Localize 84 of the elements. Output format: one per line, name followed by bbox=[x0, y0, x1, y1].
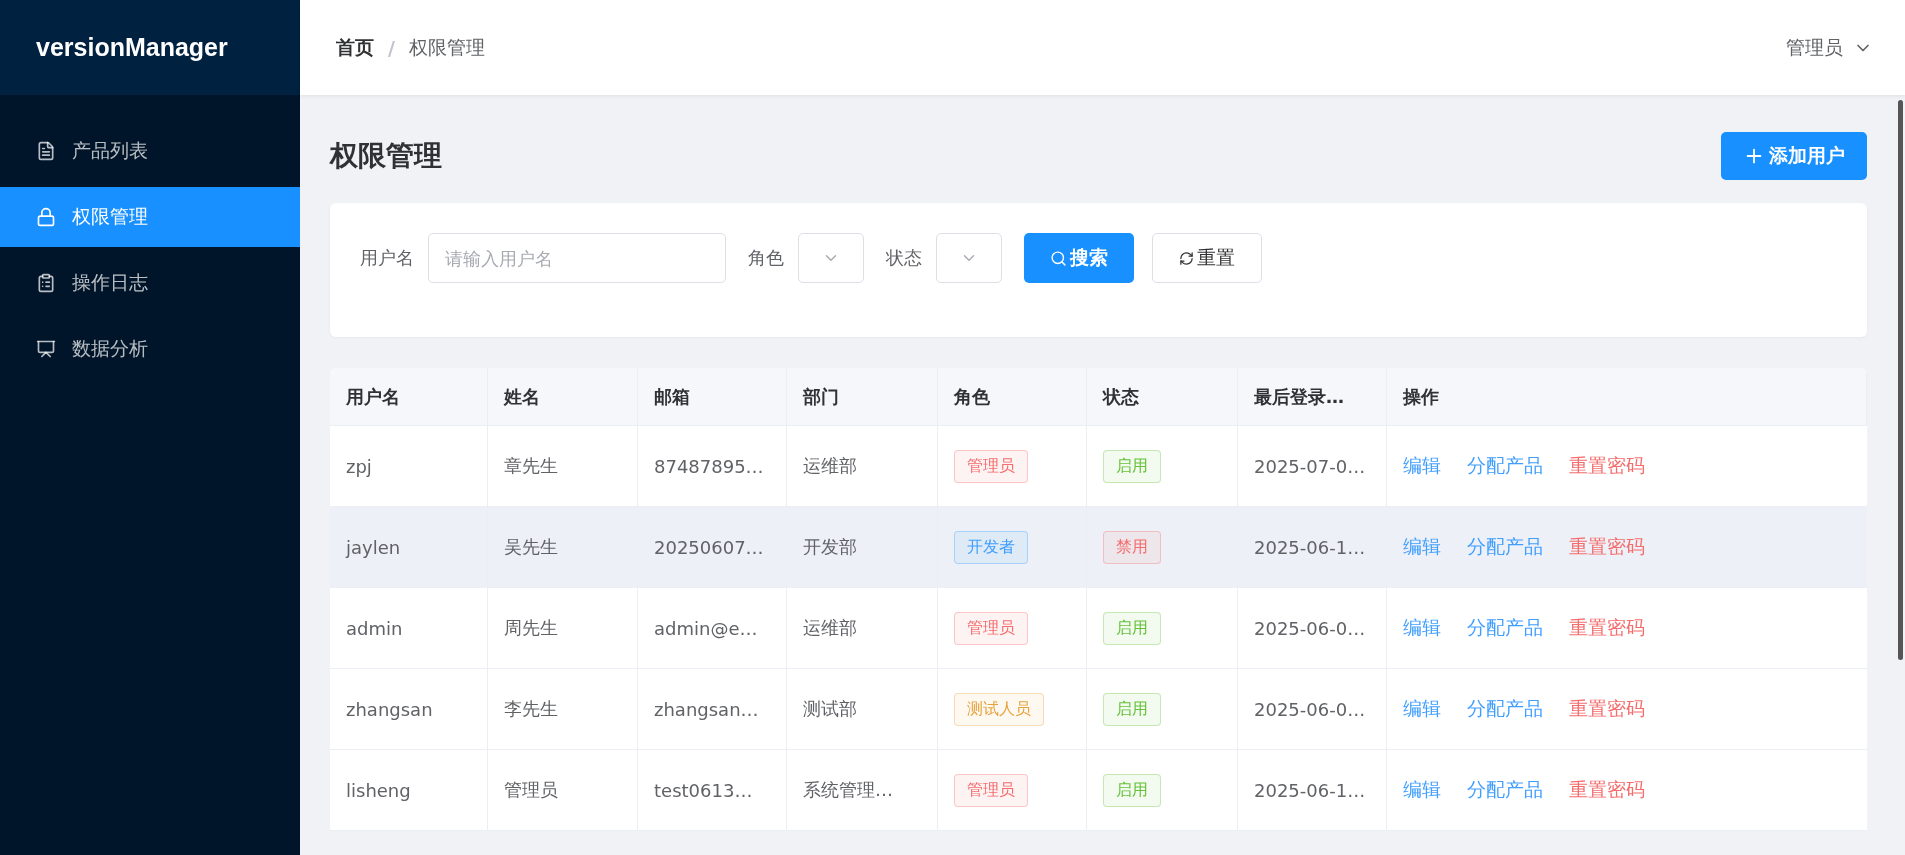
column-header: 操作 bbox=[1387, 368, 1867, 426]
column-header: 状态 bbox=[1087, 368, 1238, 426]
column-header: 用户名 bbox=[330, 368, 488, 426]
table-cell: 2025-06-0… bbox=[1238, 669, 1387, 750]
breadcrumb-link[interactable]: 权限管理 bbox=[408, 34, 485, 61]
table-cell: 周先生 bbox=[488, 588, 638, 669]
action-link[interactable]: 重置密码 bbox=[1569, 696, 1645, 722]
column-header: 角色 bbox=[938, 368, 1087, 426]
table-cell: 章先生 bbox=[488, 426, 638, 507]
table-cell: 20250607… bbox=[638, 507, 787, 588]
column-header: 最后登录… bbox=[1238, 368, 1387, 426]
field-label: 角色 bbox=[748, 246, 784, 270]
table-cell: test0613… bbox=[638, 750, 787, 831]
table-cell: 测试部 bbox=[787, 669, 938, 750]
table-cell: admin bbox=[330, 588, 488, 669]
sidebar-item[interactable]: 数据分析 bbox=[0, 319, 300, 379]
status-tag: 启用 bbox=[1103, 773, 1161, 807]
table-cell: zhangsan… bbox=[638, 669, 787, 750]
column-header: 邮箱 bbox=[638, 368, 787, 426]
action-link[interactable]: 重置密码 bbox=[1569, 615, 1645, 641]
table-cell: 2025-06-1… bbox=[1238, 507, 1387, 588]
role-select[interactable] bbox=[798, 233, 864, 283]
search-button[interactable]: 搜索 bbox=[1024, 233, 1134, 283]
table-cell: 运维部 bbox=[787, 588, 938, 669]
page-title: 权限管理 bbox=[330, 138, 442, 174]
role-tag: 管理员 bbox=[954, 611, 1028, 645]
action-link[interactable]: 编辑 bbox=[1403, 615, 1441, 641]
sidebar-item[interactable]: 操作日志 bbox=[0, 253, 300, 313]
table-cell: 2025-07-0… bbox=[1238, 426, 1387, 507]
status-tag: 启用 bbox=[1103, 692, 1161, 726]
table-cell: 开发部 bbox=[787, 507, 938, 588]
presentation-board-icon bbox=[36, 339, 56, 359]
action-link[interactable]: 编辑 bbox=[1403, 453, 1441, 479]
action-link[interactable]: 分配产品 bbox=[1467, 615, 1543, 641]
role-tag: 测试人员 bbox=[954, 692, 1044, 726]
table-cell: zhangsan bbox=[330, 669, 488, 750]
action-link[interactable]: 重置密码 bbox=[1569, 777, 1645, 803]
field-label: 状态 bbox=[886, 246, 922, 270]
table-cell: 87487895… bbox=[638, 426, 787, 507]
action-link[interactable]: 重置密码 bbox=[1569, 534, 1645, 560]
table-cell: 李先生 bbox=[488, 669, 638, 750]
document-icon bbox=[36, 141, 56, 161]
breadcrumb-link[interactable]: 首页 bbox=[336, 34, 374, 61]
action-link[interactable]: 编辑 bbox=[1403, 696, 1441, 722]
clipboard-icon bbox=[36, 273, 56, 293]
action-link[interactable]: 重置密码 bbox=[1569, 453, 1645, 479]
table-cell: admin@e… bbox=[638, 588, 787, 669]
action-link[interactable]: 编辑 bbox=[1403, 777, 1441, 803]
role-tag: 开发者 bbox=[954, 530, 1028, 564]
column-header: 部门 bbox=[787, 368, 938, 426]
sidebar-item[interactable]: 产品列表 bbox=[0, 121, 300, 181]
role-tag: 管理员 bbox=[954, 449, 1028, 483]
add-user-button[interactable]: 添加用户 bbox=[1721, 132, 1867, 180]
field-label: 用户名 bbox=[360, 246, 414, 270]
username-input[interactable]: 请输入用户名 bbox=[428, 233, 726, 283]
action-link[interactable]: 分配产品 bbox=[1467, 777, 1543, 803]
table-cell: 运维部 bbox=[787, 426, 938, 507]
column-header: 姓名 bbox=[488, 368, 638, 426]
sidebar-item[interactable]: 权限管理 bbox=[0, 187, 300, 247]
status-tag: 启用 bbox=[1103, 611, 1161, 645]
table-cell: 2025-06-0… bbox=[1238, 588, 1387, 669]
table-cell: 管理员 bbox=[488, 750, 638, 831]
action-link[interactable]: 分配产品 bbox=[1467, 453, 1543, 479]
action-link[interactable]: 分配产品 bbox=[1467, 696, 1543, 722]
breadcrumb-separator: / bbox=[388, 36, 395, 59]
table-cell: 吴先生 bbox=[488, 507, 638, 588]
table-cell: zpj bbox=[330, 426, 488, 507]
user-menu[interactable]: 管理员 bbox=[1786, 34, 1843, 61]
table-cell: jaylen bbox=[330, 507, 488, 588]
app-logo: versionManager bbox=[36, 33, 228, 62]
table-cell: lisheng bbox=[330, 750, 488, 831]
reset-button[interactable]: 重置 bbox=[1152, 233, 1262, 283]
role-tag: 管理员 bbox=[954, 773, 1028, 807]
status-select[interactable] bbox=[936, 233, 1002, 283]
action-link[interactable]: 分配产品 bbox=[1467, 534, 1543, 560]
status-tag: 启用 bbox=[1103, 449, 1161, 483]
refresh-icon bbox=[1179, 250, 1194, 266]
status-tag: 禁用 bbox=[1103, 530, 1161, 564]
table-cell: 2025-06-1… bbox=[1238, 750, 1387, 831]
table-cell: 系统管理… bbox=[787, 750, 938, 831]
search-icon bbox=[1050, 249, 1067, 267]
lock-icon bbox=[36, 207, 56, 227]
action-link[interactable]: 编辑 bbox=[1403, 534, 1441, 560]
scrollbar-thumb[interactable] bbox=[1898, 100, 1903, 660]
